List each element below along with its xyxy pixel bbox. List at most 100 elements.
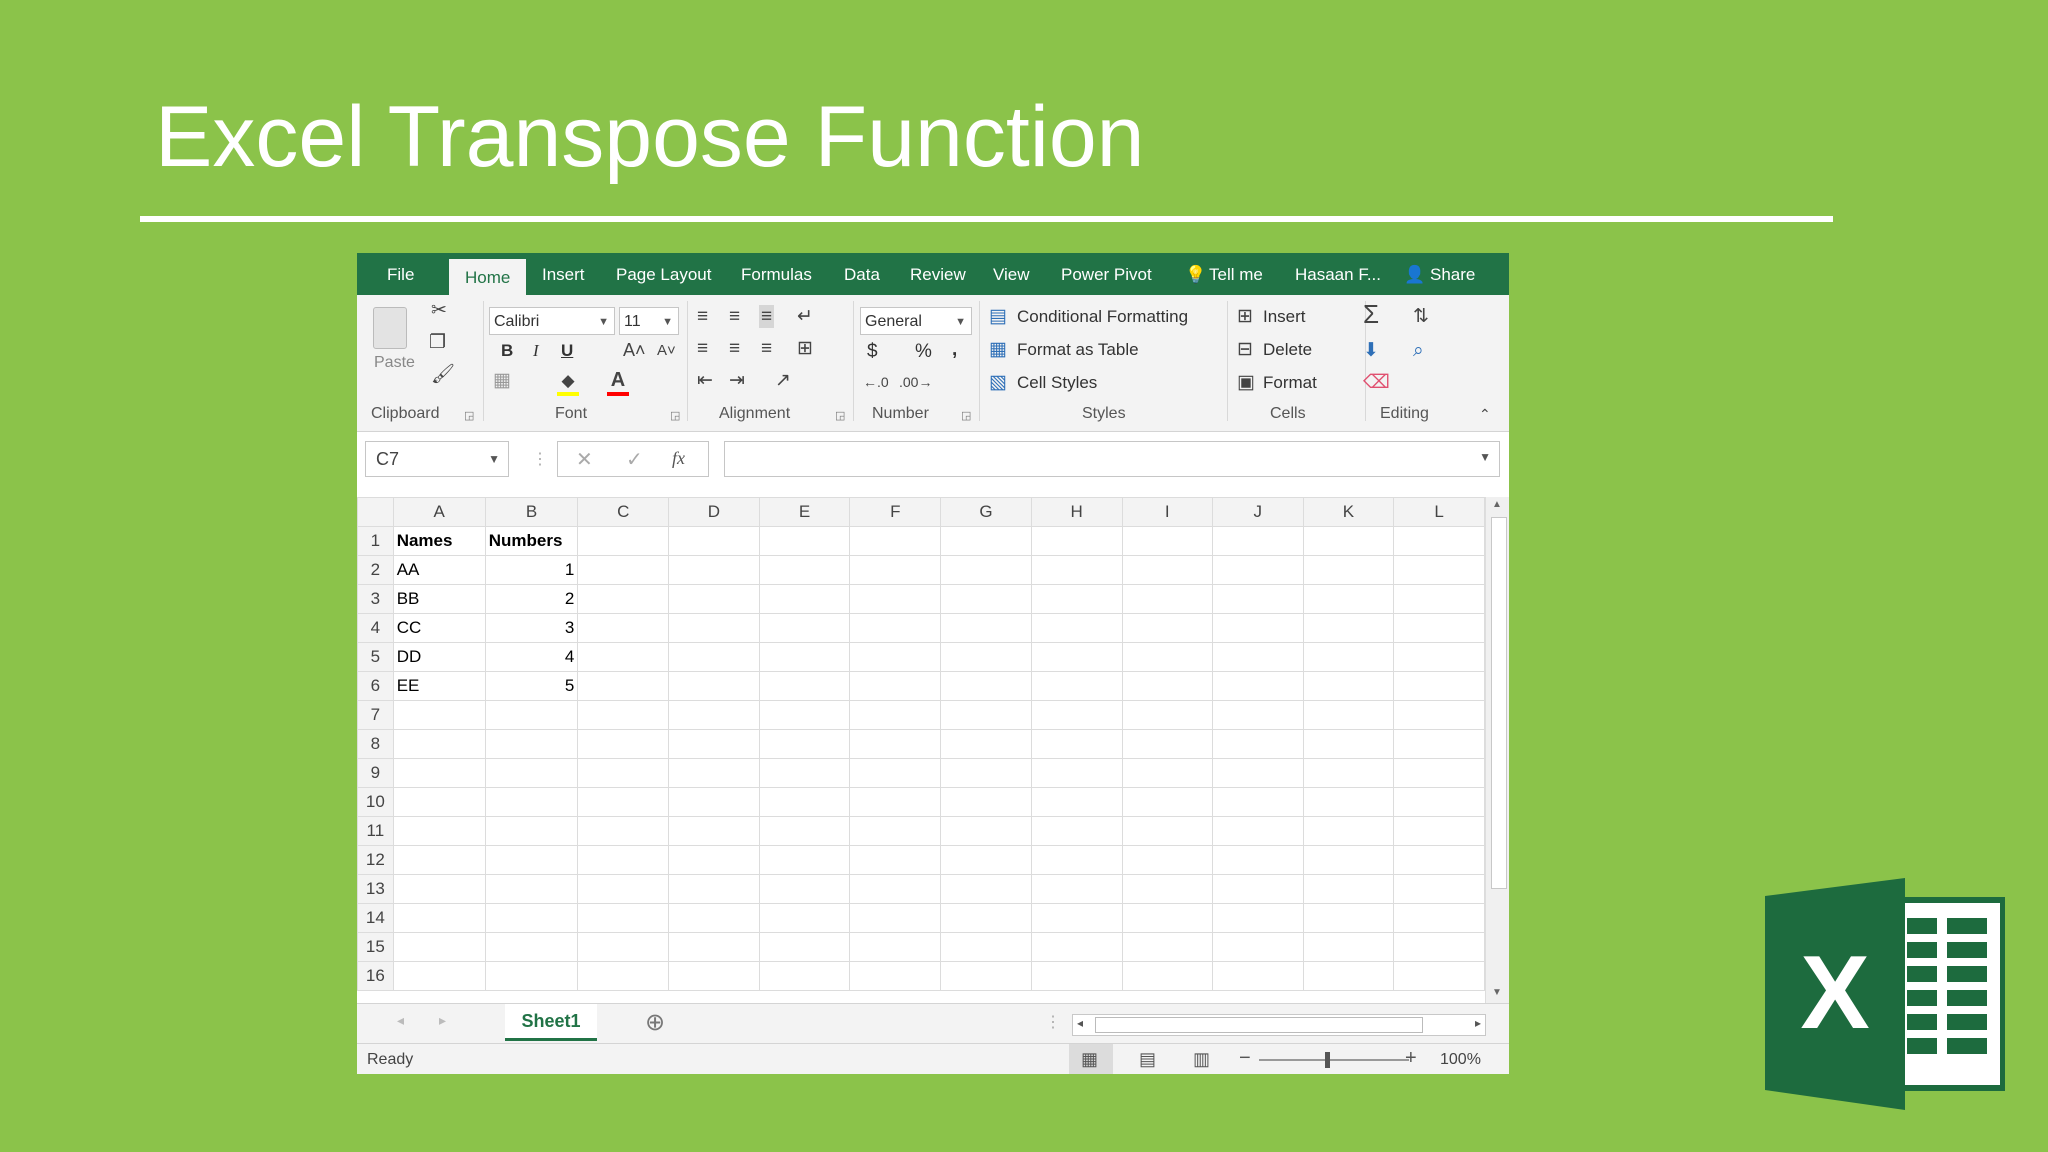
cell-k7[interactable] xyxy=(1302,700,1395,730)
font-color-icon[interactable]: A xyxy=(607,369,629,396)
cell-d1[interactable] xyxy=(668,526,760,556)
decrease-font-size-icon[interactable]: A˅ xyxy=(657,343,676,358)
cell-l14[interactable] xyxy=(1393,903,1485,933)
cell-k3[interactable] xyxy=(1302,584,1395,614)
cell-d4[interactable] xyxy=(668,613,760,643)
cell-j10[interactable] xyxy=(1212,787,1304,817)
cell-i14[interactable] xyxy=(1121,903,1214,933)
cell-b7[interactable] xyxy=(484,700,579,730)
row-header[interactable]: 2 xyxy=(357,555,394,585)
cell-e2[interactable] xyxy=(758,555,851,585)
cell-b1[interactable]: Numbers xyxy=(484,526,579,556)
row-header[interactable]: 6 xyxy=(357,671,394,701)
fill-color-icon[interactable]: ◆ xyxy=(557,371,579,396)
cell-k8[interactable] xyxy=(1302,729,1395,759)
clipboard-dialog-launcher-icon[interactable]: ◲ xyxy=(464,409,474,422)
cell-f8[interactable] xyxy=(849,729,942,759)
column-header-e[interactable]: E xyxy=(758,497,851,527)
comma-style-button[interactable]: , xyxy=(952,339,957,361)
cell-d9[interactable] xyxy=(668,758,760,788)
cell-g5[interactable] xyxy=(940,642,1032,672)
cell-h4[interactable] xyxy=(1030,613,1123,643)
cell-j3[interactable] xyxy=(1212,584,1304,614)
row-header[interactable]: 16 xyxy=(357,961,394,991)
cell-l8[interactable] xyxy=(1393,729,1485,759)
cell-k5[interactable] xyxy=(1302,642,1395,672)
cell-a7[interactable] xyxy=(392,700,486,730)
cell-l5[interactable] xyxy=(1393,642,1485,672)
collapse-ribbon-icon[interactable]: ⌃ xyxy=(1479,407,1491,421)
cell-i5[interactable] xyxy=(1121,642,1214,672)
middle-align-icon[interactable]: ≡ xyxy=(729,307,740,326)
column-header-c[interactable]: C xyxy=(577,497,670,527)
cell-f1[interactable] xyxy=(849,526,942,556)
cell-c6[interactable] xyxy=(577,671,670,701)
cell-h5[interactable] xyxy=(1030,642,1123,672)
row-header[interactable]: 12 xyxy=(357,845,394,875)
cell-b2[interactable]: 1 xyxy=(484,555,579,585)
row-header[interactable]: 15 xyxy=(357,932,394,962)
cell-g14[interactable] xyxy=(940,903,1032,933)
cell-h8[interactable] xyxy=(1030,729,1123,759)
cell-i7[interactable] xyxy=(1121,700,1214,730)
copy-icon[interactable]: ❐ xyxy=(429,333,446,352)
cell-f3[interactable] xyxy=(849,584,942,614)
row-header[interactable]: 7 xyxy=(357,700,394,730)
cell-j4[interactable] xyxy=(1212,613,1304,643)
cell-h3[interactable] xyxy=(1030,584,1123,614)
formula-input[interactable]: ▼ xyxy=(724,441,1500,477)
align-right-icon[interactable]: ≡ xyxy=(761,339,772,358)
cell-k9[interactable] xyxy=(1302,758,1395,788)
cell-c7[interactable] xyxy=(577,700,670,730)
font-size-dropdown[interactable]: 11 ▼ xyxy=(619,307,679,335)
format-as-table-button[interactable]: Format as Table xyxy=(1017,340,1139,360)
cell-g9[interactable] xyxy=(940,758,1032,788)
cell-i9[interactable] xyxy=(1121,758,1214,788)
cell-l9[interactable] xyxy=(1393,758,1485,788)
cell-b15[interactable] xyxy=(484,932,579,962)
cell-c8[interactable] xyxy=(577,729,670,759)
cell-k10[interactable] xyxy=(1302,787,1395,817)
tab-home[interactable]: Home xyxy=(449,259,527,295)
percent-button[interactable]: % xyxy=(915,341,932,363)
cell-l12[interactable] xyxy=(1393,845,1485,875)
cell-l7[interactable] xyxy=(1393,700,1485,730)
cell-f6[interactable] xyxy=(849,671,942,701)
increase-decimal-icon[interactable]: ←.0 xyxy=(863,375,889,389)
cell-k14[interactable] xyxy=(1302,903,1395,933)
cut-icon[interactable]: ✂ xyxy=(431,301,447,320)
cancel-icon[interactable]: ✕ xyxy=(576,447,593,472)
cell-k12[interactable] xyxy=(1302,845,1395,875)
alignment-dialog-launcher-icon[interactable]: ◲ xyxy=(835,409,845,422)
autosum-icon[interactable]: Σ xyxy=(1363,301,1379,327)
cell-e10[interactable] xyxy=(758,787,851,817)
paste-icon[interactable] xyxy=(373,307,407,349)
cell-k13[interactable] xyxy=(1302,874,1395,904)
column-header-b[interactable]: B xyxy=(484,497,579,527)
cell-f4[interactable] xyxy=(849,613,942,643)
bold-button[interactable]: B xyxy=(501,341,513,361)
cell-h6[interactable] xyxy=(1030,671,1123,701)
cell-h2[interactable] xyxy=(1030,555,1123,585)
format-cells-button[interactable]: Format xyxy=(1263,373,1317,393)
enter-icon[interactable]: ✓ xyxy=(626,447,643,472)
cell-j11[interactable] xyxy=(1212,816,1304,846)
cell-c3[interactable] xyxy=(577,584,670,614)
cell-l16[interactable] xyxy=(1393,961,1485,991)
cell-e8[interactable] xyxy=(758,729,851,759)
name-box[interactable]: C7 ▼ xyxy=(365,441,509,477)
tab-view[interactable]: View xyxy=(993,265,1030,285)
cell-i11[interactable] xyxy=(1121,816,1214,846)
underline-button[interactable]: U xyxy=(561,341,573,361)
vertical-scroll-thumb[interactable] xyxy=(1491,517,1507,889)
cell-j2[interactable] xyxy=(1212,555,1304,585)
cell-b16[interactable] xyxy=(484,961,579,991)
scroll-up-icon[interactable]: ▲ xyxy=(1492,499,1502,510)
cell-f16[interactable] xyxy=(849,961,942,991)
cell-j6[interactable] xyxy=(1212,671,1304,701)
cell-c16[interactable] xyxy=(577,961,670,991)
align-left-icon[interactable]: ≡ xyxy=(697,339,708,358)
cell-a11[interactable] xyxy=(392,816,486,846)
page-break-view-icon[interactable]: ▥ xyxy=(1193,1049,1210,1070)
cell-d14[interactable] xyxy=(668,903,760,933)
